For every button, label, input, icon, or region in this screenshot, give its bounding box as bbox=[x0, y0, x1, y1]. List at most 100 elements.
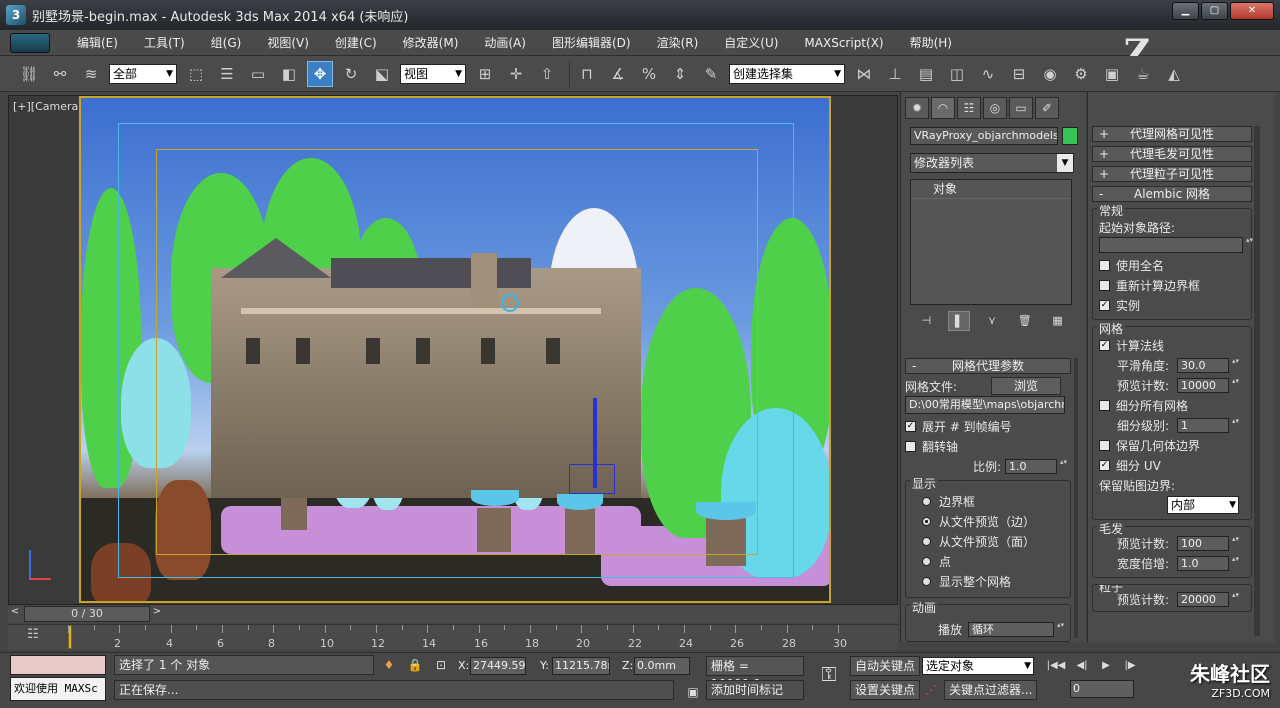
create-tab-icon[interactable]: ✹ bbox=[905, 97, 929, 119]
y-coordinate-field[interactable]: 11215.78m bbox=[552, 657, 610, 675]
time-slider[interactable]: < 0 / 30 > bbox=[8, 605, 898, 623]
edit-named-selection-icon[interactable]: ✎ bbox=[698, 61, 724, 87]
particle-preview-count-spinner[interactable]: 20000 bbox=[1177, 591, 1240, 607]
x-coordinate-field[interactable]: 27449.598 bbox=[470, 657, 526, 675]
menu-views[interactable]: 视图(V) bbox=[254, 34, 322, 51]
menu-create[interactable]: 创建(C) bbox=[322, 34, 390, 51]
keyboard-shortcut-icon[interactable]: ⇧ bbox=[534, 61, 560, 87]
schematic-view-icon[interactable]: ⊟ bbox=[1006, 61, 1032, 87]
modify-tab-icon[interactable]: ◠ bbox=[931, 97, 955, 119]
set-key-button[interactable]: 设置关键点 bbox=[850, 680, 921, 700]
rendered-frame-icon[interactable]: ▣ bbox=[1099, 61, 1125, 87]
selection-filter-dropdown[interactable]: 全部 ▼ bbox=[109, 63, 177, 84]
rect-selection-icon[interactable]: ▭ bbox=[245, 61, 271, 87]
manipulate-icon[interactable]: ✛ bbox=[503, 61, 529, 87]
maximize-button[interactable]: ▢ bbox=[1201, 2, 1228, 20]
viewport-label[interactable]: [+][Camera bbox=[13, 100, 78, 113]
absolute-mode-icon[interactable]: ⊡ bbox=[432, 656, 450, 674]
auto-key-button[interactable]: 自动关键点 bbox=[850, 656, 921, 676]
time-next-icon[interactable]: > bbox=[150, 606, 164, 622]
reference-coord-dropdown[interactable]: 视图 ▼ bbox=[400, 63, 466, 84]
display-option-radio[interactable] bbox=[922, 496, 931, 506]
current-frame-field[interactable]: 0 bbox=[1070, 680, 1134, 698]
display-option-radio[interactable] bbox=[922, 556, 931, 566]
material-editor-icon[interactable]: ◉ bbox=[1037, 61, 1063, 87]
play-icon[interactable]: ▶ bbox=[1096, 657, 1116, 675]
lock-selection-icon[interactable]: 🔒 bbox=[406, 656, 424, 674]
instance-checkbox[interactable]: ✓ bbox=[1099, 299, 1110, 311]
align-icon[interactable]: ⊥ bbox=[882, 61, 908, 87]
scale-spinner[interactable]: 1.0 bbox=[1005, 458, 1068, 474]
isolate-selection-icon[interactable]: ♦ bbox=[380, 656, 398, 674]
command-panel-scrollbar[interactable] bbox=[1074, 358, 1078, 638]
set-key-icon[interactable]: ⚿ bbox=[816, 664, 842, 684]
compute-normals-checkbox[interactable]: ✓ bbox=[1099, 339, 1110, 351]
menu-rendering[interactable]: 渲染(R) bbox=[644, 34, 712, 51]
use-full-name-checkbox[interactable] bbox=[1099, 259, 1110, 271]
subdiv-level-spinner[interactable]: 1 bbox=[1177, 417, 1240, 433]
spinner-snap-icon[interactable]: ⇕ bbox=[667, 61, 693, 87]
time-slider-thumb[interactable]: 0 / 30 bbox=[24, 606, 150, 622]
unlink-icon[interactable]: ⚯ bbox=[47, 61, 73, 87]
rollout-alembic-mesh[interactable]: - Alembic 网格 bbox=[1092, 186, 1252, 202]
mirror-icon[interactable]: ⋈ bbox=[851, 61, 877, 87]
unfold-frames-checkbox[interactable]: ✓ bbox=[905, 420, 916, 432]
rollout-proxy-hair-visibility[interactable]: + 代理毛发可见性 bbox=[1092, 146, 1252, 162]
configure-sets-icon[interactable]: ▦ bbox=[1047, 311, 1069, 331]
keep-map-border-dropdown[interactable]: 内部 ▼ bbox=[1167, 496, 1239, 514]
hair-preview-count-spinner[interactable]: 100 bbox=[1177, 535, 1240, 551]
percent-snap-icon[interactable]: % bbox=[636, 61, 662, 87]
display-option-radio[interactable] bbox=[922, 536, 931, 546]
display-tab-icon[interactable]: ▭ bbox=[1009, 97, 1033, 119]
width-mult-spinner[interactable]: 1.0 bbox=[1177, 555, 1240, 571]
angle-snap-icon[interactable]: ∡ bbox=[605, 61, 631, 87]
go-to-start-icon[interactable]: |◀◀ bbox=[1046, 657, 1066, 675]
stack-item-object[interactable]: 对象 bbox=[911, 180, 1071, 199]
browse-button[interactable]: 浏览 bbox=[991, 377, 1061, 395]
next-frame-icon[interactable]: |▶ bbox=[1120, 657, 1140, 675]
menu-modifiers[interactable]: 修改器(M) bbox=[390, 34, 472, 51]
utilities-tab-icon[interactable]: ✐ bbox=[1035, 97, 1059, 119]
menu-edit[interactable]: 编辑(E) bbox=[64, 34, 131, 51]
maxscript-listener-top[interactable] bbox=[10, 655, 106, 675]
recompute-bbox-checkbox[interactable] bbox=[1099, 279, 1110, 291]
menu-maxscript[interactable]: MAXScript(X) bbox=[791, 36, 896, 50]
mesh-proxy-rollout-header[interactable]: - 网格代理参数 bbox=[905, 358, 1071, 374]
close-button[interactable]: ✕ bbox=[1230, 2, 1274, 20]
display-option-radio[interactable] bbox=[922, 576, 931, 586]
key-filters-button[interactable]: 关键点过滤器... bbox=[944, 680, 1038, 700]
maxscript-listener[interactable]: 欢迎使用 MAXSc bbox=[10, 677, 106, 701]
hierarchy-tab-icon[interactable]: ☷ bbox=[957, 97, 981, 119]
select-scale-icon[interactable]: ⬕ bbox=[369, 61, 395, 87]
keep-geo-border-checkbox[interactable] bbox=[1099, 439, 1110, 451]
application-button[interactable] bbox=[10, 32, 50, 53]
menu-tools[interactable]: 工具(T) bbox=[131, 34, 198, 51]
menu-help[interactable]: 帮助(H) bbox=[897, 34, 965, 51]
mesh-preview-count-spinner[interactable]: 10000 bbox=[1177, 377, 1240, 393]
menu-graph-editors[interactable]: 图形编辑器(D) bbox=[539, 34, 644, 51]
start-path-field[interactable] bbox=[1099, 236, 1254, 253]
rollout-proxy-particle-visibility[interactable]: + 代理粒子可见性 bbox=[1092, 166, 1252, 182]
menu-customize[interactable]: 自定义(U) bbox=[711, 34, 791, 51]
file-path-field[interactable]: D:\00常用模型\maps\objarchm bbox=[905, 396, 1065, 414]
subdiv-all-checkbox[interactable] bbox=[1099, 399, 1110, 411]
select-by-name-icon[interactable]: ☰ bbox=[214, 61, 240, 87]
mini-curve-editor-icon[interactable]: ☷ bbox=[14, 627, 52, 649]
flip-axis-checkbox[interactable] bbox=[905, 440, 916, 452]
playback-dropdown[interactable]: 循环 bbox=[968, 621, 1065, 637]
minimize-button[interactable]: ▁ bbox=[1172, 2, 1199, 20]
select-move-icon[interactable]: ✥ bbox=[307, 60, 333, 87]
menu-group[interactable]: 组(G) bbox=[198, 34, 255, 51]
add-time-tag[interactable]: 添加时间标记 bbox=[706, 680, 804, 700]
app-logo-icon[interactable]: 3 bbox=[6, 5, 26, 25]
render-iterative-icon[interactable]: ◭ bbox=[1161, 61, 1187, 87]
camera-viewport[interactable]: [+][Camera bbox=[8, 95, 898, 605]
select-object-icon[interactable]: ⬚ bbox=[183, 61, 209, 87]
previous-frame-icon[interactable]: ◀| bbox=[1072, 657, 1092, 675]
track-bar[interactable]: ☷ 2 4 6 8 10 12 14 16 18 20 22 24 26 28 30 bbox=[8, 624, 898, 650]
render-production-icon[interactable]: ☕ bbox=[1130, 61, 1156, 87]
object-color-swatch[interactable] bbox=[1062, 127, 1078, 145]
menu-animation[interactable]: 动画(A) bbox=[471, 34, 539, 51]
curve-editor-icon[interactable]: ∿ bbox=[975, 61, 1001, 87]
make-unique-icon[interactable]: ⋎ bbox=[981, 311, 1003, 331]
